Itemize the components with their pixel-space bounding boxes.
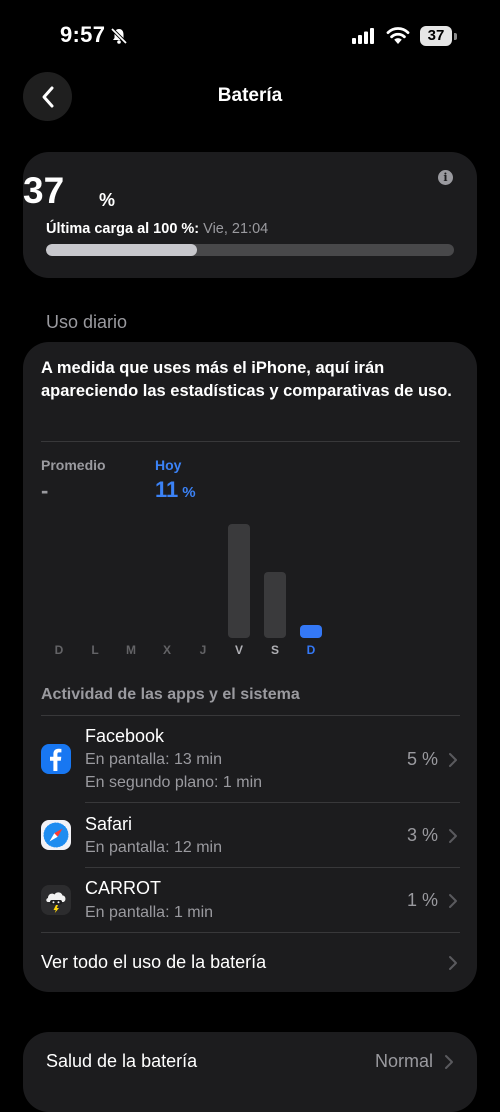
battery-nub — [454, 33, 457, 40]
status-time: 9:57 — [60, 22, 106, 47]
average-label: Promedio — [41, 457, 106, 473]
battery-health-row[interactable] — [23, 1032, 477, 1112]
app-name: Safari — [85, 814, 133, 834]
chevron-right-icon — [449, 894, 457, 908]
section-title-daily: Uso diario — [46, 312, 128, 332]
today-label: Hoy — [155, 457, 182, 473]
chevron-right-icon — [449, 956, 457, 970]
safari-icon — [41, 820, 71, 850]
chart-day-label: S — [270, 643, 279, 657]
see-all-label: Ver todo el uso de la batería — [41, 952, 267, 972]
last-charge-value: Vie, 21:04 — [203, 221, 269, 237]
chart-bar — [300, 625, 322, 638]
battery-indicator-icon: 37 — [420, 26, 452, 46]
chevron-right-icon — [449, 829, 457, 843]
app-name: CARROT — [85, 878, 161, 898]
chart-day-label: J — [199, 643, 207, 657]
app-percent: 1 % — [406, 890, 438, 910]
facebook-icon — [41, 744, 71, 774]
chart-day-label: X — [162, 643, 171, 657]
today-unit: % — [182, 484, 196, 501]
last-charge: Última carga al 100 %: Vie, 21:04 — [46, 221, 268, 237]
bell-slash-icon — [110, 27, 128, 45]
divider — [41, 932, 460, 933]
battery-level-card — [23, 152, 477, 278]
chart-day-label: V — [234, 643, 243, 657]
battery-progress-fill — [46, 244, 197, 256]
app-background-time: En segundo plano: 1 min — [85, 774, 263, 791]
chart-bar — [264, 571, 286, 638]
battery-level-unit: % — [99, 190, 116, 210]
battery-health-label: Salud de la batería — [46, 1051, 198, 1071]
app-percent: 3 % — [406, 825, 438, 845]
today-value: 11% — [155, 477, 196, 503]
battery-level-value: 37 — [23, 170, 65, 211]
chart-day-label: L — [91, 643, 99, 657]
chevron-right-icon — [445, 1055, 453, 1069]
chart-day-label: D — [306, 643, 316, 657]
page-title: Batería — [217, 85, 283, 106]
divider — [85, 867, 460, 868]
usage-description: A medida que uses más el iPhone, aquí ir… — [41, 359, 452, 400]
app-screen-time: En pantalla: 13 min — [85, 751, 222, 768]
app-screen-time: En pantalla: 1 min — [85, 904, 214, 921]
today-number: 11 — [155, 477, 179, 502]
last-charge-label: Última carga al 100 %: — [46, 221, 200, 237]
average-value: - — [41, 478, 49, 503]
wifi-icon — [386, 27, 410, 44]
chart-day-label: D — [54, 643, 64, 657]
app-name: Facebook — [85, 726, 165, 746]
activity-title: Actividad de las apps y el sistema — [41, 686, 300, 703]
divider — [85, 802, 460, 803]
chart-bar — [228, 524, 250, 638]
chart-day-label: M — [126, 643, 136, 657]
info-icon[interactable]: i — [438, 170, 453, 185]
app-screen-time: En pantalla: 12 min — [85, 839, 222, 856]
carrot-icon — [41, 885, 71, 915]
battery-progress-bar — [46, 244, 454, 256]
chevron-right-icon — [449, 753, 457, 767]
app-percent: 5 % — [406, 749, 438, 769]
battery-health-value: Normal — [374, 1051, 433, 1071]
status-bar: 9:57 37 — [0, 0, 500, 72]
signal-icon — [352, 28, 374, 44]
divider — [41, 441, 460, 442]
divider — [41, 715, 460, 716]
